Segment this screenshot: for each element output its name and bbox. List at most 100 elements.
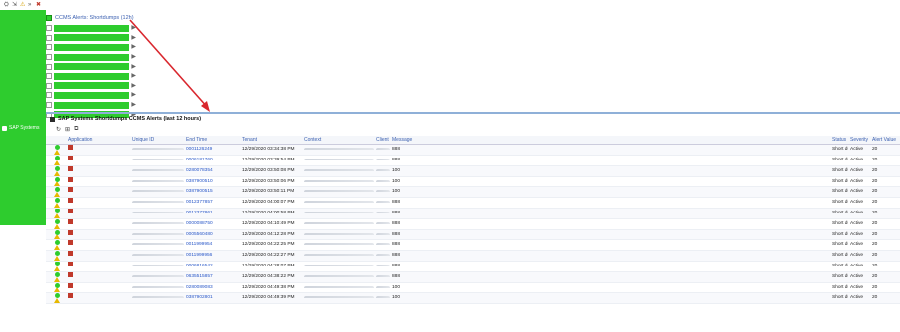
table-row[interactable]: 0011999956 12/29/2020 04:22:27 PM 888 Short…: [46, 250, 900, 262]
header-select[interactable]: [46, 136, 66, 144]
unique-id-link[interactable]: 0280078354: [184, 166, 240, 171]
tree-child-row[interactable]: ▶: [46, 101, 136, 110]
unique-id-link[interactable]: 0280089083: [184, 283, 240, 288]
play-icon[interactable]: ▶: [131, 102, 136, 108]
application-cell: [130, 187, 184, 193]
table-row[interactable]: 0012377857 12/29/2020 04:00:07 PM 888 Short…: [46, 197, 900, 209]
tree-child-row[interactable]: ▶: [46, 24, 136, 33]
redacted-text: [304, 232, 374, 235]
warning-icon[interactable]: ⚠: [20, 2, 26, 8]
play-icon[interactable]: ▶: [131, 35, 136, 41]
context-cell: [374, 293, 390, 299]
application-cell: [130, 198, 184, 203]
redacted-text: [132, 222, 184, 224]
client-cell: 888: [392, 252, 401, 256]
column-header[interactable]: Alert Value: [870, 136, 900, 144]
row-checkbox[interactable]: [46, 25, 52, 32]
column-header[interactable]: Context: [302, 136, 374, 144]
status-cell: Active: [850, 274, 864, 277]
play-icon[interactable]: ▶: [131, 25, 136, 31]
play-icon[interactable]: ▶: [131, 64, 136, 70]
table-row[interactable]: 0280089083 12/29/2020 04:49:38 PM 100 Short…: [46, 282, 900, 294]
row-checkbox[interactable]: [46, 54, 52, 61]
row-checkbox[interactable]: [46, 102, 52, 109]
table-row[interactable]: 0387900515 12/29/2020 03:50:11 PM 100 Short…: [46, 187, 900, 198]
refresh-icon[interactable]: ↻: [56, 126, 61, 133]
unique-id-link[interactable]: 0006181760: [184, 156, 240, 161]
column-header[interactable]: Application: [66, 136, 130, 144]
play-icon[interactable]: ▶: [131, 54, 136, 60]
table-row[interactable]: 0387900510 12/29/2020 03:50:06 PM 100 Short…: [46, 176, 900, 188]
column-header[interactable]: Message: [390, 136, 830, 144]
play-icon[interactable]: ▶: [131, 83, 136, 89]
row-checkbox[interactable]: [46, 63, 52, 70]
stop-icon[interactable]: ✖: [36, 2, 42, 8]
table-row[interactable]: 0006816542 12/29/2020 04:28:07 PM 888 Short…: [46, 261, 900, 273]
forward-icon[interactable]: »: [28, 2, 34, 8]
expand-icon[interactable]: ⇲: [12, 2, 18, 8]
table-row[interactable]: 0011999954 12/29/2020 04:22:25 PM 888 Short…: [46, 240, 900, 251]
table-row[interactable]: 0635515857 12/29/2020 04:38:22 PM 888 Short…: [46, 272, 900, 283]
tree-child-row[interactable]: ▶: [46, 91, 136, 100]
table-row[interactable]: 0012377861 12/29/2020 04:00:58 PM 888 Short…: [46, 208, 900, 220]
redacted-text: [376, 253, 390, 256]
unique-id-link[interactable]: 0005560480: [184, 230, 240, 235]
unique-id-link[interactable]: 0387902801: [184, 293, 240, 298]
row-checkbox[interactable]: [46, 34, 52, 41]
unique-id-link[interactable]: 0387900515: [184, 187, 240, 192]
unique-id-link[interactable]: 0387900510: [184, 177, 240, 182]
tree-child-row[interactable]: ▶: [46, 34, 136, 43]
severity-cell: 20: [872, 295, 878, 299]
column-header[interactable]: Client: [374, 136, 390, 144]
unique-id-link[interactable]: 0001126249: [184, 145, 240, 150]
unique-id-link[interactable]: 0012377857: [184, 198, 240, 203]
alert-type-cell: [66, 187, 130, 193]
redacted-text: [132, 285, 184, 288]
table-row[interactable]: 0280078354 12/29/2020 03:50:08 PM 100 Short…: [46, 166, 900, 177]
tree-node-header[interactable]: CCMS Alerts: Shortdumps (12h): [46, 13, 134, 23]
unique-id-link[interactable]: 0011999956: [184, 251, 240, 256]
column-header[interactable]: Severity: [848, 136, 870, 144]
pane-divider[interactable]: [46, 112, 900, 114]
row-checkbox[interactable]: [46, 73, 52, 80]
table-row[interactable]: 0006181760 12/29/2020 03:39:54 PM 888 Short…: [46, 155, 900, 167]
tree-icon[interactable]: ⛭: [4, 2, 10, 8]
context-cell: [374, 230, 390, 235]
row-checkbox[interactable]: [46, 44, 52, 51]
filter-icon[interactable]: ⊞: [65, 126, 70, 133]
unique-id-link[interactable]: 0000088750: [184, 219, 240, 224]
column-header[interactable]: Status: [830, 136, 848, 144]
tree-child-row[interactable]: ▶: [46, 82, 136, 91]
column-header[interactable]: Tenant: [240, 136, 302, 144]
tenant-cell: [302, 166, 374, 171]
sap-systems-node[interactable]: SAP Systems: [2, 125, 39, 131]
play-icon[interactable]: ▶: [131, 92, 136, 98]
row-checkbox[interactable]: [46, 92, 52, 99]
table-row[interactable]: 0000088750 12/29/2020 04:10:49 PM 888 Short…: [46, 219, 900, 230]
tree-child-row[interactable]: ▶: [46, 53, 136, 62]
alert-type-cell: [66, 272, 130, 277]
tree-child-row[interactable]: ▶: [46, 62, 136, 71]
tree-child-row[interactable]: ▶: [46, 43, 136, 52]
unique-id-link[interactable]: 0006816542: [184, 262, 240, 267]
table-row[interactable]: 0001126249 12/29/2020 03:34:38 PM 888 Short…: [46, 145, 900, 156]
application-cell: [130, 156, 184, 161]
table-row[interactable]: 0005560480 12/29/2020 04:12:28 PM 888 Short…: [46, 229, 900, 241]
column-header[interactable]: Unique ID: [130, 136, 184, 144]
alert-icon: [68, 219, 73, 224]
play-icon[interactable]: ▶: [131, 73, 136, 79]
export-icon[interactable]: ⧉: [74, 126, 78, 133]
table-row[interactable]: 0387902801 12/29/2020 04:49:39 PM 100 Short…: [46, 293, 900, 304]
alert-icon: [68, 176, 73, 182]
redacted-text: [376, 200, 390, 203]
unique-id-link[interactable]: 0012377861: [184, 209, 240, 214]
unique-id-link[interactable]: 0011999954: [184, 240, 240, 245]
tree-child-row[interactable]: ▶: [46, 72, 136, 81]
redacted-text: [132, 275, 184, 277]
column-header[interactable]: End Time: [184, 136, 240, 144]
unique-id-link[interactable]: 0635515857: [184, 272, 240, 277]
row-checkbox[interactable]: [46, 82, 52, 89]
redacted-text: [304, 190, 374, 193]
warning-icon: [54, 223, 60, 229]
play-icon[interactable]: ▶: [131, 44, 136, 50]
